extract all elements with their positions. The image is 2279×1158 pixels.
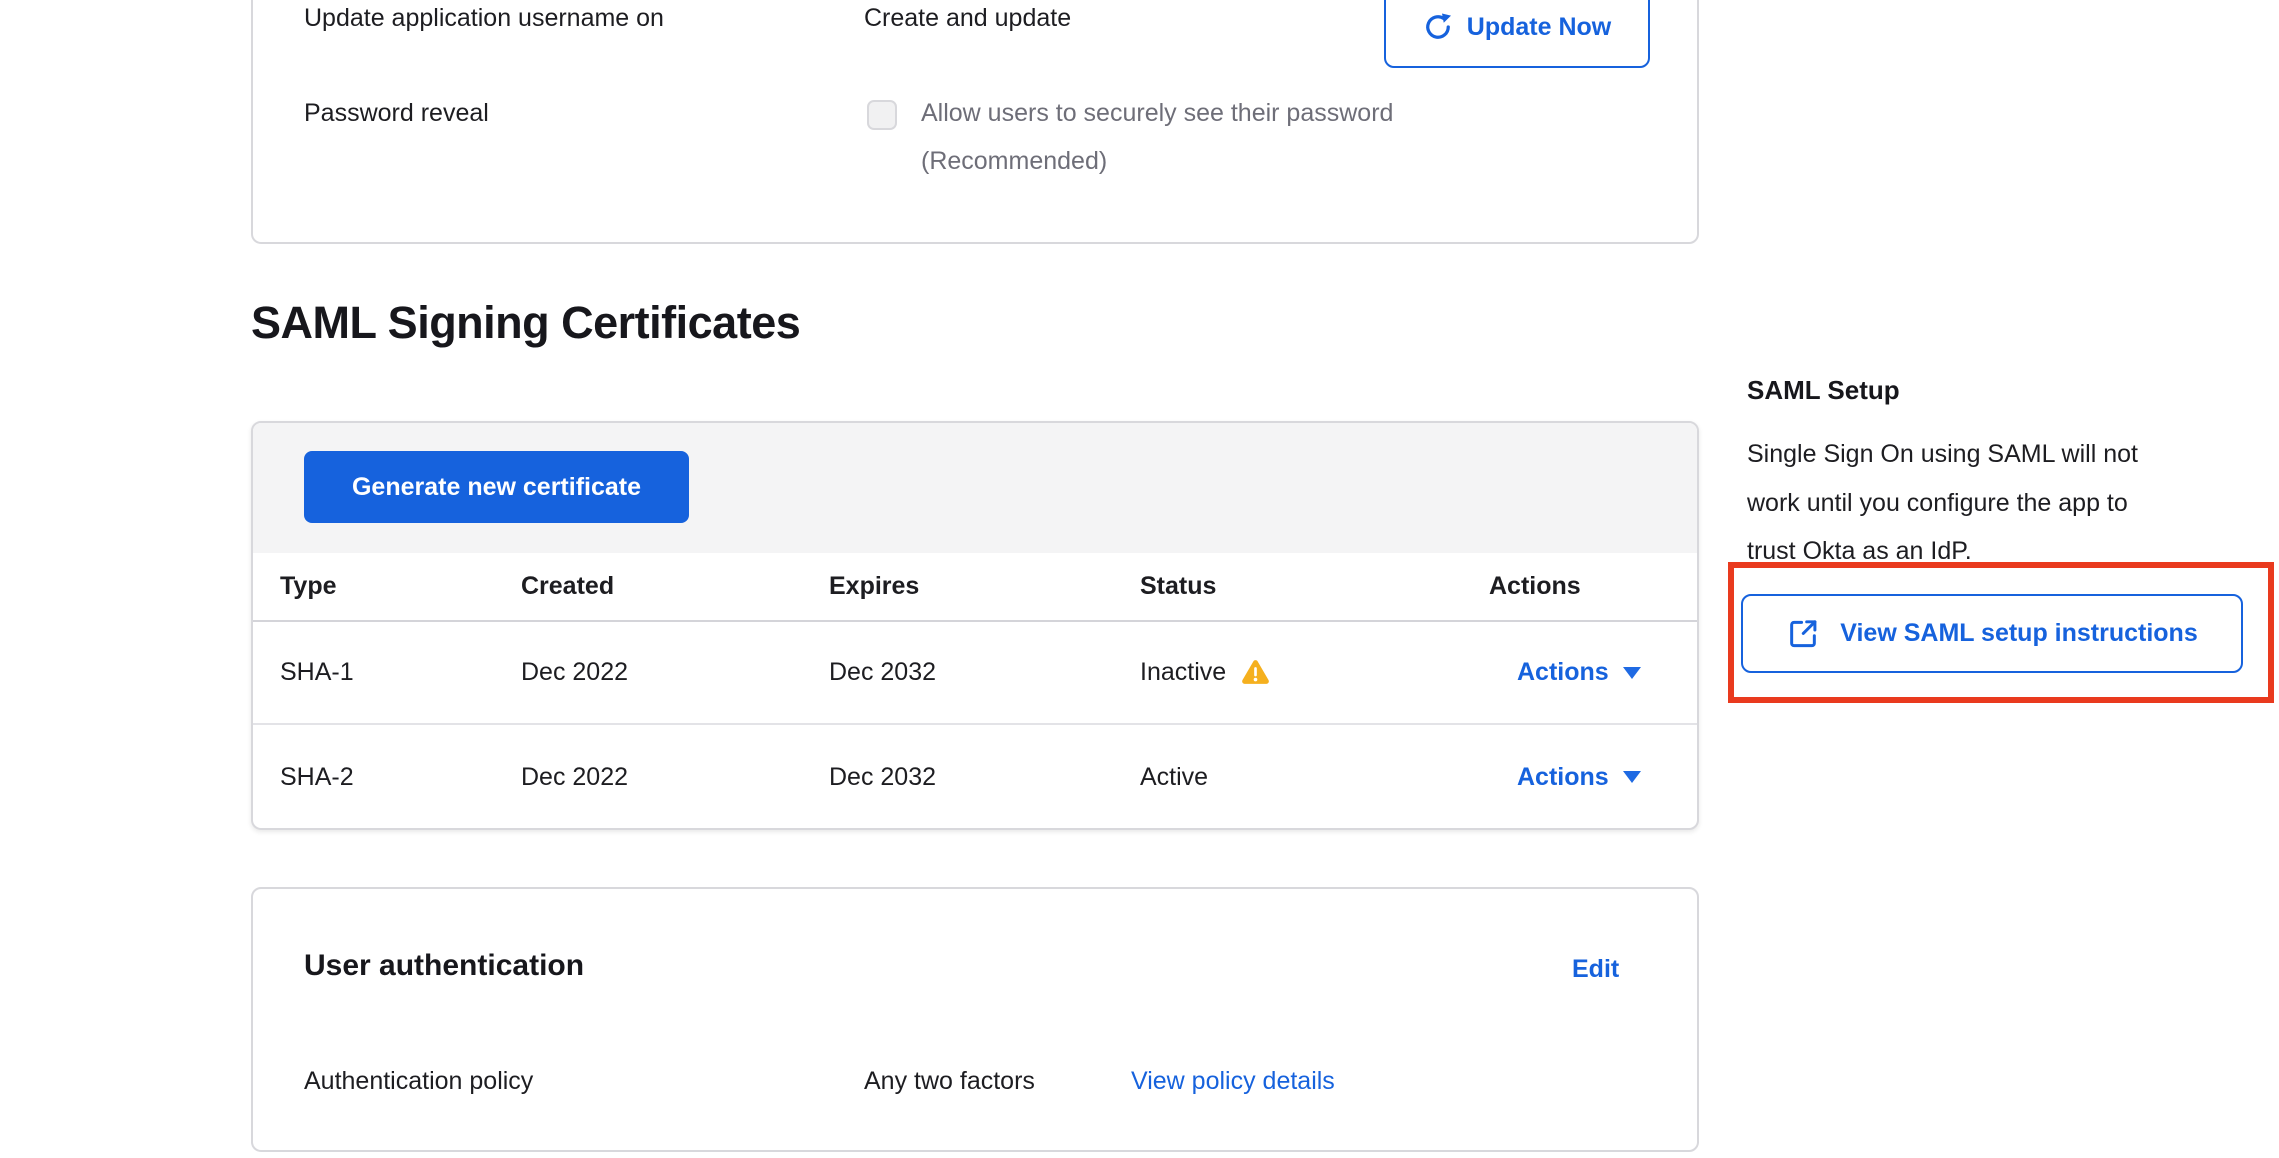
generate-certificate-label: Generate new certificate (352, 473, 641, 502)
cell-type: SHA-1 (280, 622, 354, 723)
page: Update application username on Create an… (0, 0, 2279, 1158)
auth-policy-value: Any two factors (864, 1067, 1035, 1096)
cell-status: Inactive (1140, 622, 1270, 723)
view-saml-setup-button[interactable]: View SAML setup instructions (1741, 594, 2243, 673)
cell-expires: Dec 2032 (829, 725, 936, 829)
cell-expires: Dec 2032 (829, 622, 936, 723)
column-header-actions: Actions (1489, 553, 1581, 620)
warning-icon (1241, 659, 1270, 686)
cell-type: SHA-2 (280, 725, 354, 829)
status-text: Inactive (1140, 658, 1226, 687)
page-title: SAML Signing Certificates (251, 297, 800, 349)
view-saml-setup-label: View SAML setup instructions (1840, 619, 2197, 648)
refresh-icon (1423, 12, 1453, 42)
caret-down-icon (1623, 667, 1641, 679)
password-reveal-label: Password reveal (304, 99, 489, 128)
actions-label: Actions (1517, 763, 1609, 792)
description-line: Single Sign On using SAML will not (1747, 430, 2247, 479)
password-reveal-checkbox[interactable] (867, 100, 897, 130)
caret-down-icon (1623, 771, 1641, 783)
update-username-value: Create and update (864, 4, 1071, 33)
password-reveal-description: Allow users to securely see their passwo… (921, 99, 1393, 128)
table-header-row: Type Created Expires Status Actions (253, 553, 1697, 622)
generate-certificate-button[interactable]: Generate new certificate (304, 451, 689, 523)
column-header-expires: Expires (829, 553, 919, 620)
update-username-label: Update application username on (304, 4, 664, 33)
column-header-status: Status (1140, 553, 1216, 620)
sign-on-settings-card: Update application username on Create an… (251, 0, 1699, 244)
auth-policy-label: Authentication policy (304, 1067, 533, 1096)
update-now-label: Update Now (1467, 13, 1611, 42)
edit-link[interactable]: Edit (1572, 955, 1619, 984)
view-policy-details-link[interactable]: View policy details (1131, 1067, 1335, 1096)
user-authentication-card: User authentication Edit Authentication … (251, 887, 1699, 1152)
actions-label: Actions (1517, 658, 1609, 687)
certificates-panel: Generate new certificate Type Created Ex… (251, 421, 1699, 830)
table-row: SHA-2 Dec 2022 Dec 2032 Active Actions (253, 725, 1697, 829)
external-link-icon (1786, 617, 1820, 651)
column-header-created: Created (521, 553, 614, 620)
actions-menu-button[interactable]: Actions (1517, 622, 1641, 723)
description-line: work until you configure the app to (1747, 479, 2247, 528)
cell-status: Active (1140, 725, 1208, 829)
table-row: SHA-1 Dec 2022 Dec 2032 Inactive Actions (253, 622, 1697, 725)
saml-setup-description: Single Sign On using SAML will not work … (1747, 430, 2247, 576)
cell-created: Dec 2022 (521, 725, 628, 829)
user-auth-heading: User authentication (304, 949, 584, 983)
update-now-button[interactable]: Update Now (1384, 0, 1650, 68)
password-reveal-recommended: (Recommended) (921, 147, 1107, 176)
actions-menu-button[interactable]: Actions (1517, 725, 1641, 829)
saml-setup-heading: SAML Setup (1747, 375, 1900, 406)
column-header-type: Type (280, 553, 337, 620)
cell-created: Dec 2022 (521, 622, 628, 723)
